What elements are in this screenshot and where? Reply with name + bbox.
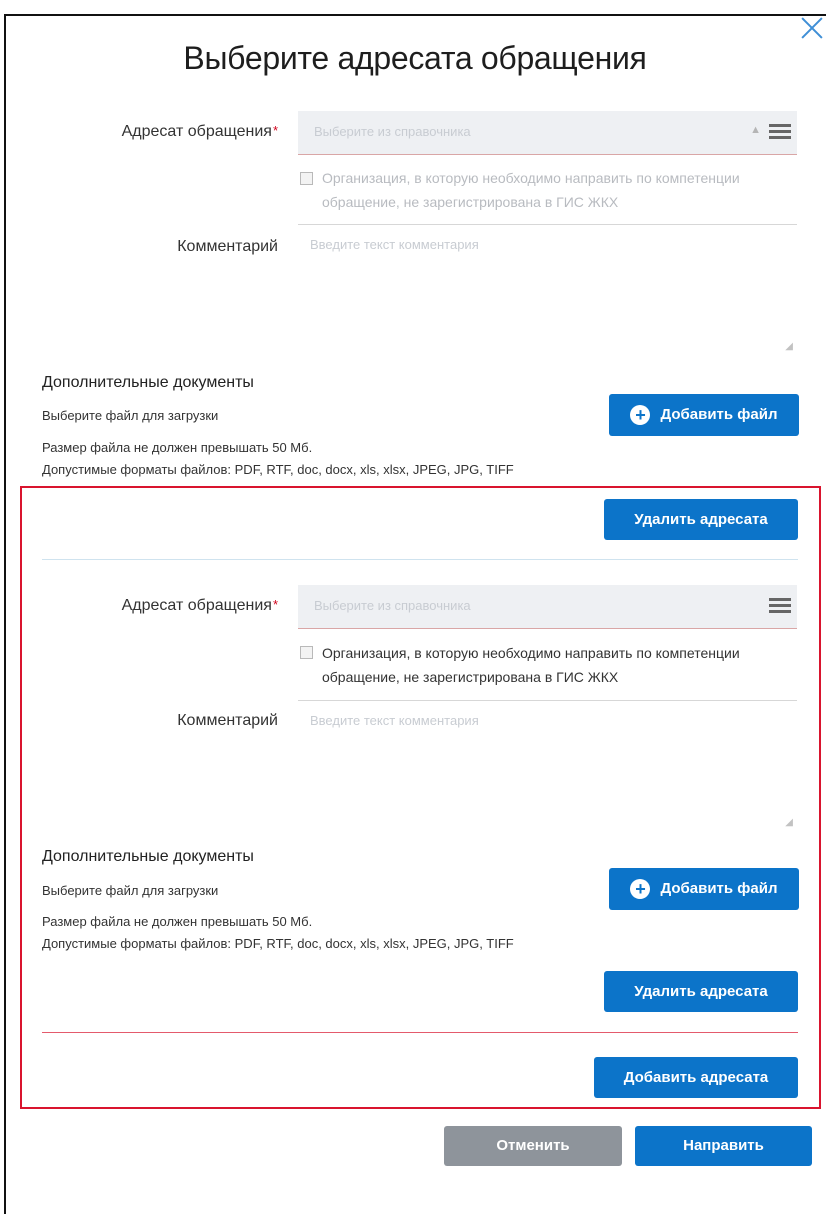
- choose-file-text: Выберите файл для загрузки: [42, 883, 219, 898]
- burger-menu-icon[interactable]: [769, 124, 791, 140]
- size-limit-text: Размер файла не должен превышать 50 Мб.: [42, 440, 313, 455]
- size-limit-text: Размер файла не должен превышать 50 Мб.: [42, 914, 313, 929]
- choose-file-text: Выберите файл для загрузки: [42, 408, 219, 423]
- divider: [42, 559, 798, 560]
- checkbox-label: Организация, в которую необходимо направ…: [322, 170, 740, 210]
- addressee-select[interactable]: Выберите из справочника: [298, 585, 797, 629]
- add-addressee-button[interactable]: Добавить адресата: [594, 1057, 798, 1098]
- required-mark: *: [272, 597, 278, 612]
- not-registered-checkbox[interactable]: [300, 646, 313, 659]
- addressee-select[interactable]: Выберите из справочника ▲: [298, 111, 797, 155]
- addressee-label: Адресат обращения*: [121, 123, 278, 140]
- comment-placeholder: Введите текст комментария: [310, 713, 479, 728]
- plus-circle-icon: +: [630, 405, 651, 426]
- comment-label: Комментарий: [177, 712, 278, 729]
- comment-placeholder: Введите текст комментария: [310, 237, 479, 252]
- add-file-button[interactable]: + Добавить файл: [609, 868, 799, 910]
- plus-circle-icon: +: [630, 879, 651, 900]
- burger-menu-icon[interactable]: [769, 598, 791, 614]
- remove-addressee-button[interactable]: Удалить адресата: [604, 499, 798, 540]
- caret-icon: ▲: [750, 124, 761, 136]
- comment-label: Комментарий: [177, 238, 278, 255]
- remove-addressee-button[interactable]: Удалить адресата: [604, 971, 798, 1012]
- divider: [42, 1032, 798, 1033]
- additional-docs-heading: Дополнительные документы: [42, 374, 254, 391]
- cancel-button[interactable]: Отменить: [444, 1126, 622, 1166]
- addressee-placeholder: Выберите из справочника: [314, 598, 471, 613]
- add-file-button[interactable]: + Добавить файл: [609, 394, 799, 436]
- resize-grip-icon[interactable]: ◢: [785, 817, 793, 828]
- checkbox-label: Организация, в которую необходимо направ…: [322, 645, 740, 685]
- addressee-label: Адресат обращения*: [121, 597, 278, 614]
- not-registered-checkbox[interactable]: [300, 172, 313, 185]
- comment-textarea[interactable]: Введите текст комментария ◢: [298, 224, 797, 356]
- additional-docs-heading: Дополнительные документы: [42, 848, 254, 865]
- formats-text: Допустимые форматы файлов: PDF, RTF, doc…: [42, 462, 514, 477]
- comment-textarea[interactable]: Введите текст комментария ◢: [298, 700, 797, 832]
- resize-grip-icon[interactable]: ◢: [785, 341, 793, 352]
- addressee-placeholder: Выберите из справочника: [314, 124, 471, 139]
- dialog-title: Выберите адресата обращения: [183, 40, 647, 76]
- formats-text: Допустимые форматы файлов: PDF, RTF, doc…: [42, 936, 514, 951]
- required-mark: *: [272, 123, 278, 138]
- send-button[interactable]: Направить: [635, 1126, 812, 1166]
